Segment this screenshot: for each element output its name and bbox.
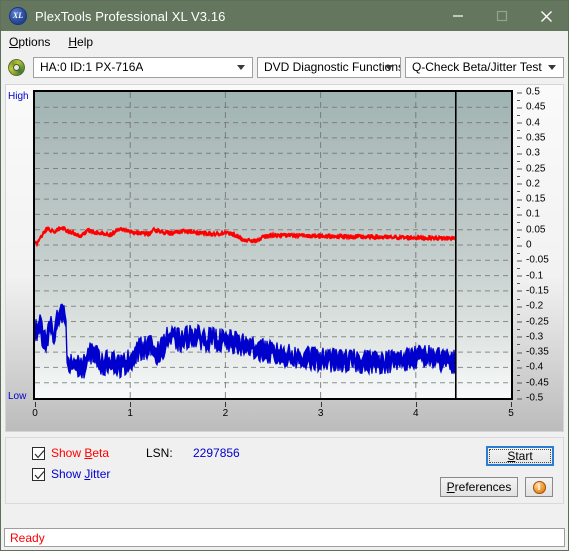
- menu-bar: Options Help: [1, 31, 568, 53]
- test-select[interactable]: Q-Check Beta/Jitter Test: [404, 56, 564, 78]
- lsn-label: LSN:: [146, 446, 173, 460]
- y-tick-label: 0.05: [517, 224, 545, 235]
- y-tick-label: 0.25: [517, 163, 545, 174]
- y-tick-label: -0.5: [517, 393, 543, 404]
- x-tick-mark: [511, 402, 512, 407]
- menu-options-accel: O: [9, 34, 19, 49]
- show-beta-label: Show Beta: [51, 446, 109, 460]
- menu-options-label: ptions: [18, 34, 51, 49]
- start-label-post: tart: [515, 449, 533, 463]
- window-title: PlexTools Professional XL V3.16: [35, 8, 226, 24]
- y-tick-label: -0.35: [517, 347, 549, 358]
- chart-canvas: [35, 92, 511, 398]
- function-select-value: DVD Diagnostic Functions: [263, 60, 400, 74]
- info-button[interactable]: i: [525, 477, 553, 497]
- show-jitter-checkbox[interactable]: [32, 467, 45, 481]
- y-tick-label: -0.2: [517, 301, 543, 312]
- y-tick-label: -0.15: [517, 285, 549, 296]
- app-window: XL PlexTools Professional XL V3.16 Optio…: [0, 0, 569, 551]
- plot-area[interactable]: [33, 90, 513, 400]
- app-xl-icon: XL: [9, 7, 27, 25]
- x-tick-label: 2: [222, 408, 229, 419]
- x-tick-label: 1: [127, 408, 133, 419]
- x-tick-mark: [320, 402, 322, 407]
- show-jitter-label-pre: Show: [51, 467, 85, 481]
- show-jitter-label-post: itter: [90, 467, 111, 481]
- plot-wrapper: High Low 0.5 0.45 0.4 0.35 0.3 0.25 0.2 0.15 0.1…: [8, 87, 549, 420]
- info-icon-glyph: i: [537, 481, 541, 492]
- disc-icon: [8, 58, 25, 76]
- x-axis: 0 1 2 3 4 5: [32, 402, 514, 422]
- show-jitter-label: Show Jitter: [51, 467, 110, 481]
- show-beta-checkbox[interactable]: [32, 446, 45, 460]
- toolbar: HA:0 ID:1 PX-716A DVD Diagnostic Functio…: [1, 53, 568, 81]
- x-tick-mark: [225, 402, 227, 407]
- controls-panel: Show Beta Show Jitter LSN: 2297856 Start…: [5, 437, 564, 504]
- start-button-label: Start: [507, 449, 532, 463]
- function-select[interactable]: DVD Diagnostic Functions: [256, 56, 401, 78]
- menu-help-accel: H: [68, 34, 78, 49]
- y-tick-label: 0.1: [517, 209, 540, 220]
- y-tick-label: 0.4: [517, 117, 540, 128]
- x-tick-mark: [130, 402, 132, 407]
- axis-label-low: Low: [8, 391, 27, 402]
- window-buttons: [436, 1, 568, 31]
- x-tick-label: 0: [32, 408, 38, 419]
- show-beta-label-pre: Show: [51, 446, 85, 460]
- x-tick-label: 3: [317, 408, 324, 419]
- preferences-label-post: references: [454, 480, 512, 494]
- status-text: Ready: [10, 530, 45, 545]
- preferences-button-label: Preferences: [447, 480, 512, 494]
- y-axis: 0.5 0.45 0.4 0.35 0.3 0.25 0.2 0.15 0.1 0.05 0 -0.0…: [517, 87, 561, 404]
- x-tick-mark: [35, 402, 36, 407]
- chevron-down-icon: [384, 65, 393, 70]
- y-tick-label: 0.35: [517, 132, 545, 143]
- status-bar: Ready: [4, 528, 565, 547]
- chevron-down-icon: [236, 65, 245, 70]
- maximize-icon[interactable]: [480, 1, 524, 31]
- y-tick-label: -0.25: [517, 316, 549, 327]
- axis-label-high: High: [8, 91, 29, 102]
- show-beta-row[interactable]: Show Beta: [32, 446, 109, 460]
- start-button[interactable]: Start: [486, 446, 554, 466]
- info-icon: i: [532, 480, 546, 494]
- close-icon[interactable]: [524, 1, 568, 31]
- show-beta-label-post: eta: [92, 446, 110, 460]
- y-tick-label: -0.05: [517, 255, 549, 266]
- y-tick-label: 0.45: [517, 102, 545, 113]
- lsn-value: 2297856: [193, 446, 240, 460]
- preferences-button[interactable]: Preferences: [440, 477, 518, 497]
- test-select-value: Q-Check Beta/Jitter Test: [411, 60, 542, 74]
- y-tick-label: 0.15: [517, 194, 545, 205]
- y-tick-label: -0.4: [517, 362, 543, 373]
- x-tick-label: 4: [413, 408, 419, 419]
- y-tick-label: 0.3: [517, 148, 540, 159]
- chevron-down-icon: [548, 65, 556, 70]
- title-bar: XL PlexTools Professional XL V3.16: [1, 1, 568, 31]
- y-tick-label: 0.2: [517, 178, 540, 189]
- menu-item-help[interactable]: Help: [68, 35, 93, 49]
- y-tick-label: -0.1: [517, 270, 543, 281]
- x-tick-label: 5: [508, 408, 514, 419]
- y-tick-label: 0.5: [517, 87, 540, 98]
- preferences-accel: P: [446, 480, 455, 494]
- y-tick-label: -0.3: [517, 331, 543, 342]
- drive-select-value: HA:0 ID:1 PX-716A: [40, 60, 144, 74]
- y-tick-label: -0.45: [517, 377, 549, 388]
- show-jitter-row[interactable]: Show Jitter: [32, 467, 110, 481]
- chart-panel: High Low 0.5 0.45 0.4 0.35 0.3 0.25 0.2 0.15 0.1…: [5, 84, 564, 432]
- app-icon-text: XL: [12, 11, 24, 20]
- menu-help-label: elp: [77, 34, 94, 49]
- y-tick-label: 0: [517, 240, 532, 251]
- menu-item-options[interactable]: Options: [9, 35, 50, 49]
- drive-select[interactable]: HA:0 ID:1 PX-716A: [33, 56, 253, 78]
- minimize-icon[interactable]: [436, 1, 480, 31]
- x-tick-mark: [415, 402, 417, 407]
